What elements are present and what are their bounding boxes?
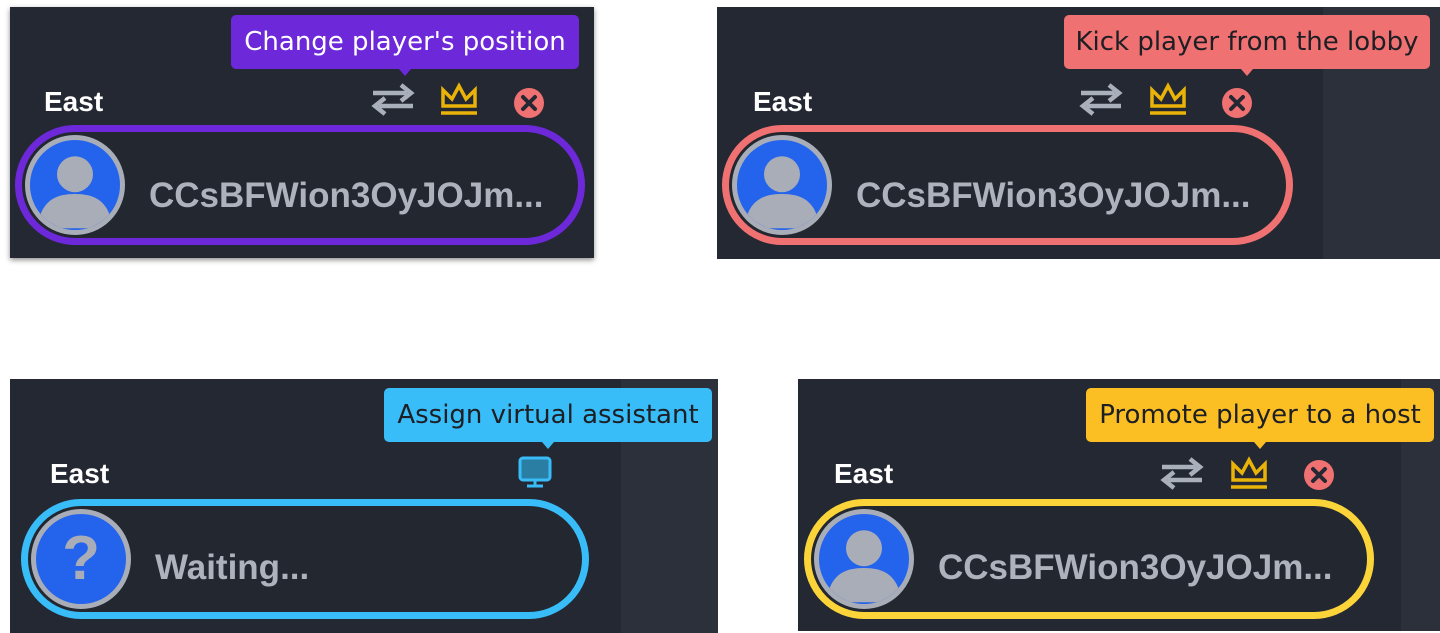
question-mark-icon: ? [62,524,100,593]
avatar [814,509,914,609]
player-name: CCsBFWion3OyJOJm... [856,176,1251,215]
crown-icon[interactable] [1148,82,1188,116]
kick-icon[interactable] [513,87,545,119]
tooltip-assign-assistant: Assign virtual assistant [384,388,712,442]
kick-icon[interactable] [1221,87,1253,119]
person-icon [819,514,909,604]
tooltip-kick-player: Kick player from the lobby [1064,15,1430,69]
player-name: Waiting... [155,548,310,587]
avatar [732,135,832,235]
avatar [25,135,125,235]
player-slot-panel-2: Kick player from the lobby East CCsBFWio… [717,7,1440,259]
tooltip-promote-host: Promote player to a host [1086,388,1434,442]
player-card[interactable]: CCsBFWion3OyJOJm... [722,125,1293,245]
crown-icon[interactable] [1229,456,1269,490]
crown-icon[interactable] [439,82,479,116]
seat-label: East [834,458,894,489]
seat-label: East [753,86,813,117]
player-card[interactable]: CCsBFWion3OyJOJm... [804,499,1374,619]
player-slot-panel-4: Promote player to a host East CCsBFWion3… [798,379,1440,631]
swap-icon[interactable] [1079,82,1123,116]
kick-icon[interactable] [1303,459,1335,491]
player-card[interactable]: ? Waiting... [21,499,589,619]
player-name: CCsBFWion3OyJOJm... [149,176,544,215]
tooltip-change-position: Change player's position [231,15,579,69]
person-icon [30,140,120,230]
player-slot-panel-3: Assign virtual assistant East ? Waiting.… [10,379,718,633]
seat-label: East [50,458,110,489]
player-name: CCsBFWion3OyJOJm... [938,548,1333,587]
person-icon [737,140,827,230]
player-slot-panel-1: Change player's position East CCsBFWion3… [10,7,594,258]
seat-label: East [44,86,104,117]
monitor-icon[interactable] [517,456,553,490]
swap-icon[interactable] [371,82,415,116]
player-card[interactable]: CCsBFWion3OyJOJm... [15,125,585,245]
avatar: ? [31,509,131,609]
swap-icon[interactable] [1160,456,1204,490]
